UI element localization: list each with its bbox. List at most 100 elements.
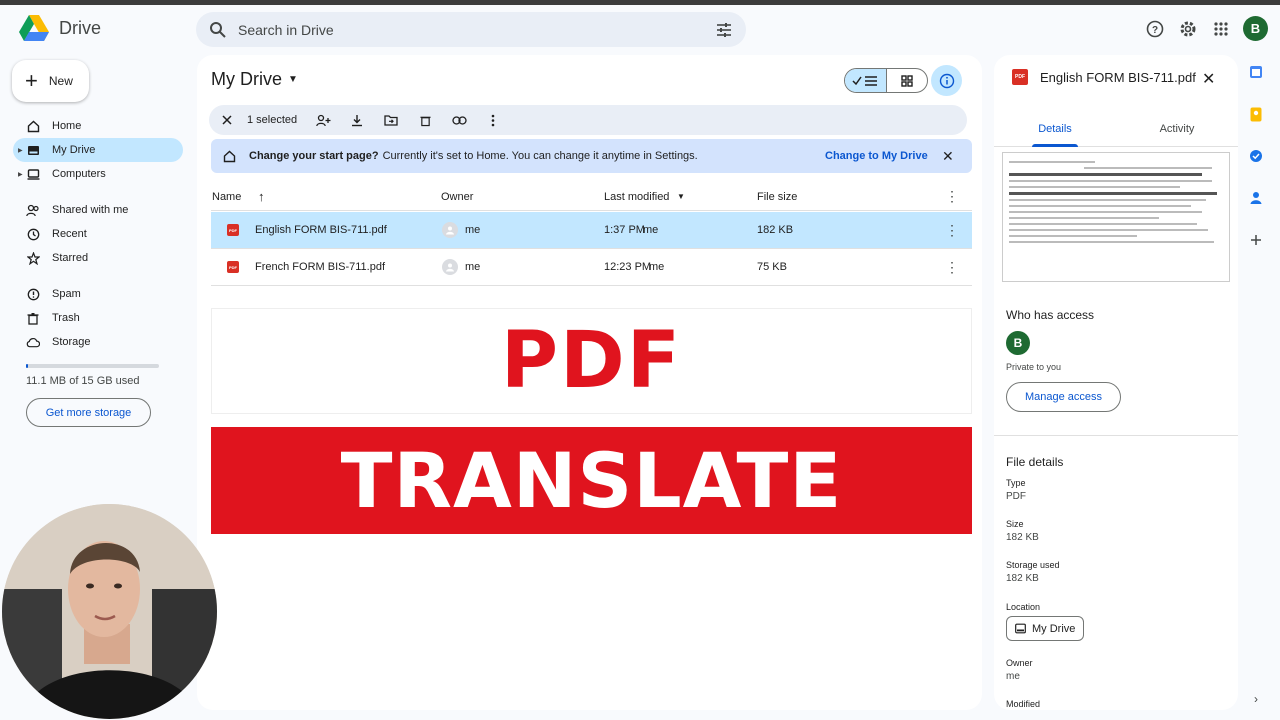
expand-caret-icon[interactable]: ▶ [18, 147, 23, 154]
details-header: PDF English FORM BIS-711.pdf [1012, 69, 1196, 85]
presenter-webcam [2, 504, 217, 719]
move-to-folder-icon[interactable] [381, 110, 401, 130]
calendar-icon[interactable] [1248, 64, 1264, 80]
clear-selection-icon[interactable] [217, 110, 237, 130]
search-filter-icon[interactable] [714, 20, 734, 40]
divider [994, 435, 1238, 436]
search-input[interactable]: Search in Drive [238, 22, 714, 38]
detail-label: Owner [1006, 658, 1033, 668]
file-owner: me [465, 261, 481, 273]
window-top-strip [0, 0, 1280, 5]
sidebar-item-label: Recent [52, 228, 87, 240]
apps-grid-icon[interactable] [1210, 18, 1232, 40]
file-modified-by: me [649, 261, 665, 273]
table-row[interactable]: PDF English FORM BIS-711.pdf me 1:37 PM … [211, 212, 972, 249]
share-icon[interactable] [313, 110, 333, 130]
grid-icon [901, 74, 913, 87]
detail-label: Type [1006, 478, 1026, 488]
tab-activity[interactable]: Activity [1116, 111, 1238, 146]
search-icon[interactable] [208, 20, 228, 40]
column-last-modified[interactable]: Last modified [604, 191, 669, 203]
home-icon [26, 119, 40, 133]
start-page-banner: Change your start page? Currently it's s… [211, 139, 972, 173]
search-bar[interactable]: Search in Drive [196, 12, 746, 47]
details-info-button[interactable] [931, 65, 962, 96]
sidebar-item-trash[interactable]: Trash [13, 306, 183, 330]
column-owner[interactable]: Owner [441, 191, 473, 203]
sidebar-item-label: Shared with me [52, 204, 129, 216]
column-file-size[interactable]: File size [757, 191, 797, 203]
file-modified: 1:37 PM [604, 224, 645, 236]
help-icon[interactable]: ? [1144, 18, 1166, 40]
sidebar-item-recent[interactable]: Recent [13, 222, 183, 246]
file-modified-by: me [643, 224, 659, 236]
sidebar-item-label: Spam [52, 288, 81, 300]
row-more-icon[interactable]: ⋮ [945, 259, 959, 276]
page-title[interactable]: My Drive ▼ [211, 69, 298, 90]
account-avatar[interactable]: B [1243, 16, 1268, 41]
sidebar-item-starred[interactable]: Starred [13, 246, 183, 270]
sidebar-item-spam[interactable]: Spam [13, 282, 183, 306]
table-row[interactable]: PDF French FORM BIS-711.pdf me 12:23 PM … [211, 249, 972, 286]
new-button[interactable]: + New [12, 60, 89, 102]
list-view-button[interactable] [845, 69, 887, 92]
close-icon[interactable]: ✕ [942, 148, 954, 165]
sidebar-item-label: Starred [52, 252, 89, 264]
app-name: Drive [59, 18, 102, 38]
add-addon-icon[interactable] [1248, 232, 1264, 248]
banner-text: Currently it's set to Home. You can chan… [382, 150, 698, 162]
column-name[interactable]: Name [212, 191, 241, 203]
sidebar-item-storage[interactable]: Storage [13, 330, 183, 354]
get-more-storage-button[interactable]: Get more storage [26, 398, 151, 427]
my-drive-icon [1015, 623, 1026, 634]
close-icon[interactable]: ✕ [1202, 69, 1215, 89]
copy-link-icon[interactable] [449, 110, 469, 130]
promo-title-pdf: PDF [500, 316, 683, 406]
more-actions-icon[interactable] [483, 110, 503, 130]
tab-details[interactable]: Details [994, 111, 1116, 147]
pdf-file-icon: PDF [227, 224, 239, 236]
delete-icon[interactable] [415, 110, 435, 130]
expand-caret-icon[interactable]: ▶ [18, 171, 23, 178]
column-options-icon[interactable]: ⋮ [945, 188, 959, 205]
spam-icon [26, 287, 40, 301]
sort-arrow-up-icon[interactable]: ↑ [258, 189, 265, 204]
row-more-icon[interactable]: ⋮ [945, 222, 959, 239]
sidebar-item-home[interactable]: Home [13, 114, 183, 138]
tasks-icon[interactable] [1248, 148, 1264, 164]
drive-logo[interactable]: Drive [19, 15, 101, 42]
sidebar-item-my-drive[interactable]: ▶ My Drive [13, 138, 183, 162]
detail-value: 182 KB [1006, 573, 1039, 584]
change-to-my-drive-link[interactable]: Change to My Drive [825, 150, 928, 162]
clock-icon [26, 227, 40, 241]
sidebar-item-shared-with-me[interactable]: Shared with me [13, 198, 183, 222]
details-panel: PDF English FORM BIS-711.pdf ✕ Details A… [994, 55, 1238, 710]
new-button-label: New [48, 74, 73, 88]
sidebar-item-label: Trash [52, 312, 80, 324]
location-value: My Drive [1032, 622, 1076, 635]
sidebar-item-computers[interactable]: ▶ Computers [13, 162, 183, 186]
file-preview-thumbnail[interactable] [1002, 152, 1230, 282]
selection-toolbar: 1 selected [209, 105, 967, 135]
keep-icon[interactable] [1248, 106, 1264, 122]
pdf-file-icon: PDF [227, 261, 239, 273]
check-list-icon [852, 75, 878, 86]
download-icon[interactable] [347, 110, 367, 130]
chevron-down-icon[interactable]: ▼ [677, 192, 685, 201]
header-actions: ? B [1144, 16, 1268, 41]
computer-icon [26, 167, 40, 181]
contacts-icon[interactable] [1248, 190, 1264, 206]
pdf-file-icon: PDF [1012, 69, 1028, 85]
manage-access-button[interactable]: Manage access [1006, 382, 1121, 412]
grid-view-button[interactable] [887, 69, 928, 92]
detail-label: Location [1006, 602, 1041, 612]
sidebar-item-label: Computers [52, 168, 106, 180]
who-has-access-heading: Who has access [1006, 308, 1095, 322]
settings-icon[interactable] [1177, 18, 1199, 40]
chevron-right-icon[interactable]: › [1254, 692, 1258, 706]
owner-avatar-icon [442, 259, 458, 275]
file-size: 75 KB [757, 261, 787, 273]
promo-banner-pdf: PDF [211, 308, 972, 414]
location-chip[interactable]: My Drive [1006, 616, 1084, 641]
sidebar-item-label: Home [52, 120, 82, 132]
